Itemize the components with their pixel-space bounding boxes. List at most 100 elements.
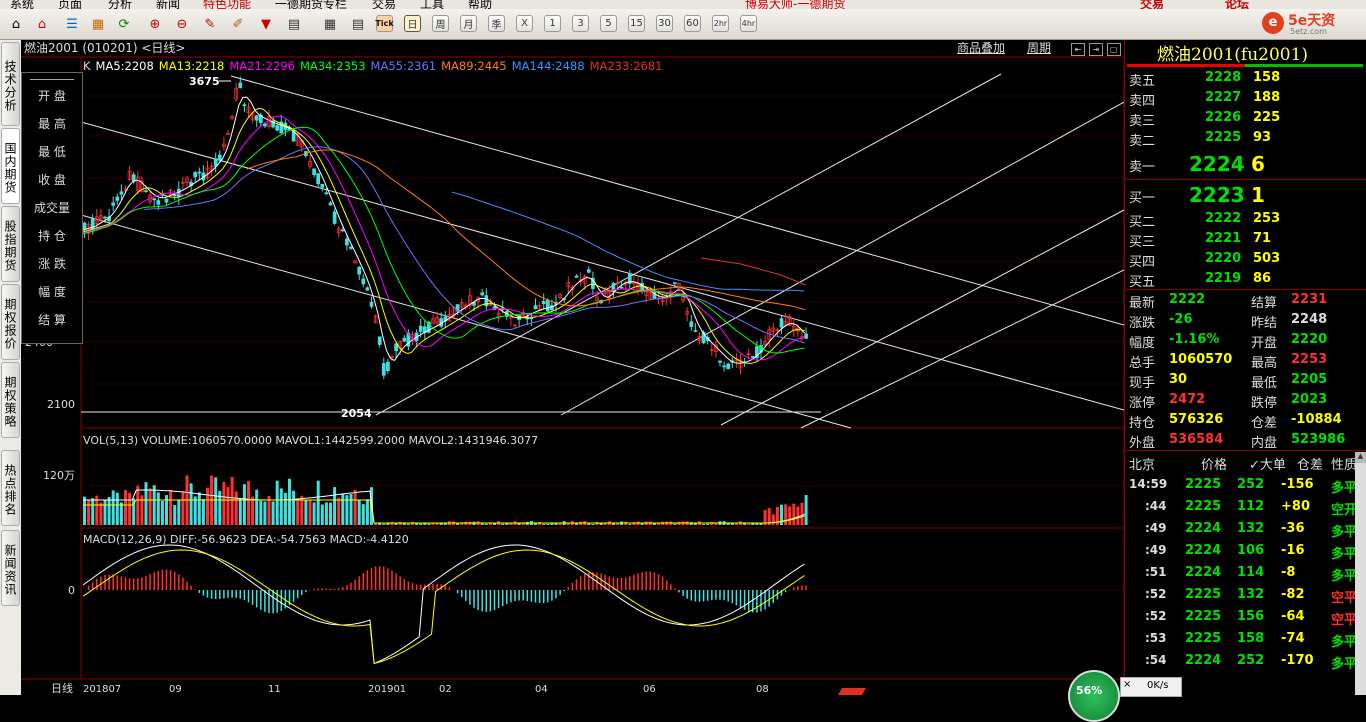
home-icon[interactable]: ⌂ bbox=[6, 14, 26, 34]
trade-button[interactable]: 交易 bbox=[1140, 0, 1164, 9]
trade-oi-diff: -64 bbox=[1281, 609, 1305, 624]
date-label: 04 bbox=[535, 684, 548, 695]
date-label: 08 bbox=[756, 684, 769, 695]
menu-page[interactable]: 页面 bbox=[58, 0, 82, 9]
info-volume: 成交量 bbox=[33, 201, 70, 215]
expand-icon[interactable]: ⇥ bbox=[1088, 43, 1103, 56]
candle-body bbox=[750, 355, 755, 358]
ask-price: 2225 bbox=[1205, 130, 1242, 145]
infobox-top-rule bbox=[30, 79, 74, 80]
collapse-icon[interactable]: ⇤ bbox=[1071, 43, 1085, 56]
tick-button[interactable]: Tick bbox=[375, 15, 394, 32]
forum-button[interactable]: 论坛 bbox=[1225, 0, 1249, 9]
filter-icon[interactable]: ▼ bbox=[256, 14, 276, 34]
period-4hr[interactable]: 4hr bbox=[740, 15, 757, 32]
tab-index-futures[interactable]: 股指期货 bbox=[1, 206, 20, 282]
gauge-value: 56% bbox=[1076, 684, 1103, 697]
period-day[interactable]: 日 bbox=[404, 15, 421, 32]
period-week[interactable]: 周 bbox=[432, 15, 449, 32]
candle-body bbox=[131, 174, 136, 182]
volume-bar bbox=[111, 490, 115, 525]
volume-bar bbox=[792, 503, 796, 525]
bid-price: 2221 bbox=[1205, 231, 1242, 246]
period-30min[interactable]: 30 bbox=[656, 15, 673, 32]
period-month[interactable]: 月 bbox=[460, 15, 477, 32]
menu-tools[interactable]: 工具 bbox=[420, 0, 444, 9]
volume-bar bbox=[324, 502, 328, 525]
volume-bar bbox=[275, 480, 279, 525]
trade-volume: 252 bbox=[1237, 477, 1265, 492]
cursor-info-box: 开 盘 最 高 最 低 收 盘 成交量 持 仓 涨 跌 幅 度 结 算 bbox=[21, 72, 83, 344]
volume-bar bbox=[115, 492, 119, 525]
tab-hot-ranking[interactable]: 热点排名 bbox=[1, 450, 20, 526]
menu-trade[interactable]: 交易 bbox=[372, 0, 396, 9]
menu-features[interactable]: 特色功能 bbox=[203, 0, 251, 9]
volume-bar bbox=[189, 483, 193, 525]
menu-analysis[interactable]: 分析 bbox=[108, 0, 132, 9]
maximize-icon[interactable]: ▢ bbox=[1106, 43, 1121, 56]
ruler-icon[interactable]: ✐ bbox=[228, 14, 248, 34]
menu-news[interactable]: 新闻 bbox=[156, 0, 180, 9]
tab-technical[interactable]: 技术分析 bbox=[1, 42, 20, 126]
period-60min[interactable]: 60 bbox=[684, 15, 701, 32]
stat-value: 536584 bbox=[1169, 432, 1224, 447]
refresh-icon[interactable]: ⟳ bbox=[114, 14, 134, 34]
period-1min[interactable]: 1 bbox=[544, 15, 561, 32]
site-logo: e 5e天资 5etz.com bbox=[1262, 10, 1362, 38]
period-quarter[interactable]: 季 bbox=[488, 15, 505, 32]
volume-bar bbox=[784, 504, 788, 525]
chart-area[interactable]: 2400 2100 3675 2054 120万 0 VOL(5,13) VOL… bbox=[21, 40, 1124, 695]
ask-label: 卖五 bbox=[1129, 74, 1156, 89]
period-15min[interactable]: 15 bbox=[628, 15, 645, 32]
list-icon[interactable]: ☰ bbox=[62, 14, 82, 34]
stat-label: 外盘 bbox=[1129, 436, 1156, 451]
table-icon[interactable]: ▤ bbox=[284, 14, 304, 34]
volume-bar bbox=[214, 477, 218, 525]
zoom-in-icon[interactable]: ⊕ bbox=[145, 14, 165, 34]
info-change-pct: 幅 度 bbox=[38, 285, 66, 299]
stat-value: 2220 bbox=[1291, 332, 1328, 347]
house-red-icon[interactable]: ⌂ bbox=[32, 14, 52, 34]
volume-bar bbox=[181, 492, 185, 525]
period-custom[interactable]: X bbox=[516, 15, 533, 32]
period-3min[interactable]: 3 bbox=[572, 15, 589, 32]
volume-bar bbox=[304, 499, 308, 525]
orders-icon[interactable]: ▤ bbox=[348, 14, 368, 34]
trade-oi-diff: -74 bbox=[1281, 631, 1305, 646]
ma-legend-item: MA144:2488 bbox=[511, 59, 585, 73]
tab-option-quotes[interactable]: 期权报价 bbox=[1, 284, 20, 360]
candle-body bbox=[361, 278, 366, 285]
volume-bar bbox=[222, 481, 226, 525]
zoom-out-icon[interactable]: ⊖ bbox=[172, 14, 192, 34]
period-5min[interactable]: 5 bbox=[600, 15, 617, 32]
overlay-link[interactable]: 商品叠加 bbox=[957, 40, 1005, 56]
bid-label: 买四 bbox=[1129, 255, 1156, 270]
trade-price: 2225 bbox=[1185, 499, 1222, 514]
menu-help[interactable]: 帮助 bbox=[468, 0, 492, 9]
tab-news[interactable]: 新闻资讯 bbox=[1, 530, 20, 606]
period-link[interactable]: 周期 bbox=[1027, 40, 1051, 56]
volume-bar bbox=[456, 523, 460, 525]
tab-option-strategy[interactable]: 期权策略 bbox=[1, 362, 20, 438]
candle-body bbox=[349, 246, 353, 249]
stat-value: 2023 bbox=[1291, 392, 1328, 407]
red-arrow-icon bbox=[837, 688, 867, 695]
scroll-up-icon[interactable]: ▲ bbox=[1355, 452, 1366, 463]
period-2hr[interactable]: 2hr bbox=[712, 15, 729, 32]
menu-system[interactable]: 系统 bbox=[10, 0, 34, 9]
trades-scrollbar[interactable]: ▲ bbox=[1355, 452, 1366, 695]
stat-value: -10884 bbox=[1291, 412, 1342, 427]
pencil-icon[interactable]: ✎ bbox=[200, 14, 220, 34]
stat-label: 仓差 bbox=[1251, 416, 1278, 431]
chart-icon[interactable]: ▦ bbox=[88, 14, 108, 34]
trade-time: :53 bbox=[1145, 631, 1167, 645]
volume-bar bbox=[316, 480, 320, 525]
close-icon[interactable]: × bbox=[1123, 679, 1131, 690]
grid-icon[interactable]: ▦ bbox=[320, 14, 340, 34]
stat-label: 幅度 bbox=[1129, 336, 1156, 351]
info-change: 涨 跌 bbox=[38, 257, 66, 271]
tab-domestic-futures[interactable]: 国内期货 bbox=[1, 128, 20, 204]
bid-volume: 1 bbox=[1251, 183, 1265, 207]
window-title: 博易大师-一德期货 bbox=[745, 0, 846, 9]
menu-column[interactable]: 一德期货专栏 bbox=[275, 0, 347, 9]
